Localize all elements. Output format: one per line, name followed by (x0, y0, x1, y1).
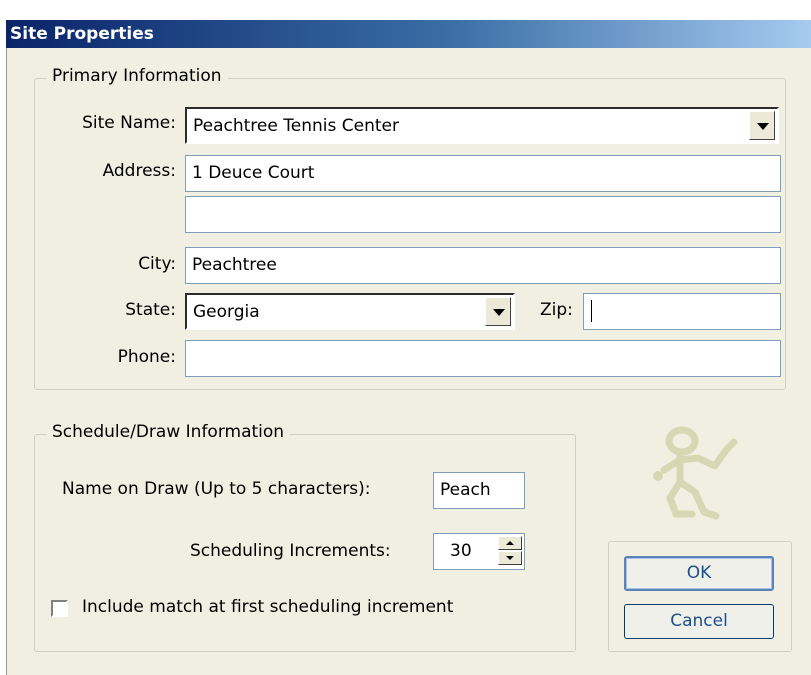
phone-input[interactable] (185, 340, 781, 377)
state-label: State: (125, 300, 176, 320)
zip-input[interactable] (583, 293, 781, 330)
city-label: City: (138, 254, 176, 274)
spin-down-arrow-icon[interactable] (498, 551, 522, 565)
cancel-button[interactable]: Cancel (624, 604, 774, 639)
site-name-label: Site Name: (82, 113, 176, 133)
tennis-stick-figure-icon (653, 426, 738, 520)
text-cursor (591, 300, 592, 322)
ok-button[interactable]: OK (624, 556, 774, 591)
spin-up-arrow-icon[interactable] (498, 536, 522, 550)
draw-name-label: Name on Draw (Up to 5 characters): (62, 479, 371, 499)
draw-name-input[interactable]: Peach (433, 472, 525, 509)
schedule-draw-legend: Schedule/Draw Information (46, 422, 291, 442)
phone-label: Phone: (117, 347, 176, 367)
include-match-label: Include match at first scheduling increm… (82, 597, 454, 617)
site-name-value: Peachtree Tennis Center (193, 116, 399, 136)
address-line1-input[interactable]: 1 Deuce Court (185, 155, 781, 192)
increment-spin-buttons[interactable] (498, 536, 522, 565)
primary-information-legend: Primary Information (46, 66, 228, 86)
city-input[interactable]: Peachtree (185, 247, 781, 284)
include-match-checkbox[interactable] (51, 600, 68, 617)
title-bar: Site Properties (6, 20, 811, 48)
site-name-combobox[interactable]: Peachtree Tennis Center (185, 107, 779, 144)
address-line2-input[interactable] (185, 196, 781, 233)
site-name-dropdown-arrow-icon[interactable] (749, 111, 775, 140)
scheduling-increments-spinner[interactable]: 30 (433, 533, 525, 570)
state-combobox[interactable]: Georgia (185, 293, 515, 330)
scheduling-increments-value: 30 (450, 541, 472, 561)
zip-label: Zip: (540, 300, 573, 320)
scheduling-increments-label: Scheduling Increments: (190, 541, 391, 561)
state-value: Georgia (193, 302, 260, 322)
state-dropdown-arrow-icon[interactable] (485, 297, 511, 326)
address-label: Address: (102, 161, 176, 181)
